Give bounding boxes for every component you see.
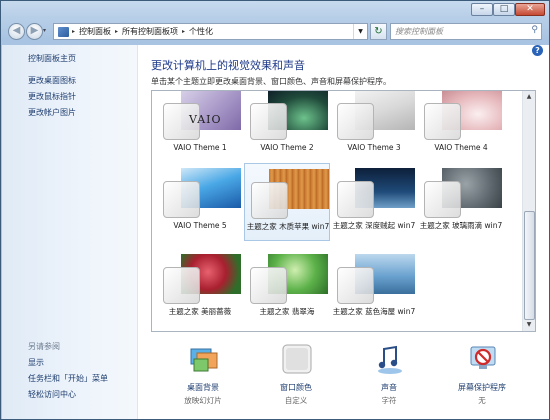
address-bar[interactable]: ▸ 控制面板 ▸ 所有控制面板项 ▸ 个性化 ▼ [53,23,368,40]
breadcrumb: ▸ 控制面板 ▸ 所有控制面板项 ▸ 个性化 [58,24,217,39]
theme-list: VAIO VAIO Theme 1 VAIO Theme 2 VAIO Them… [151,90,536,332]
main-panel: ? 更改计算机上的视觉效果和声音 单击某个主题立即更改桌面背景、窗口颜色、声音和… [138,45,549,419]
page-title: 更改计算机上的视觉效果和声音 [151,59,305,72]
maximize-button[interactable]: □ [493,3,515,16]
theme-color-swatch [337,267,374,304]
refresh-icon: ↻ [374,26,383,37]
sounds-value: 字符 [381,396,397,405]
back-button[interactable]: ◀ [8,23,25,40]
theme-name: VAIO Theme 2 [260,143,314,152]
theme-color-swatch [337,103,374,140]
scroll-up-button[interactable]: ▲ [523,91,535,103]
sidebar-link-change-desktop-icons[interactable]: 更改桌面图标 [28,75,76,86]
search-box[interactable]: 搜索控制面板 ⚲ [390,23,542,40]
theme-name: 主题之家 蓝色海屋 win7 [332,307,416,316]
theme-color-swatch [251,182,288,219]
page-subtitle: 单击某个主题立即更改桌面背景、窗口颜色、声音和屏幕保护程序。 [151,77,391,86]
see-also-heading: 另请参阅 [28,342,60,351]
theme-name: 主题之家 美丽蔷薇 [168,307,232,316]
theme-name: 主题之家 深度贼起 win7 [332,221,416,230]
theme-color-swatch [250,267,287,304]
breadcrumb-all-items[interactable]: 所有控制面板项 [122,26,178,37]
sidebar-link-display[interactable]: 显示 [28,357,44,368]
sidebar: 控制面板主页 更改桌面图标 更改鼠标指针 更改帐户图片 另请参阅 显示 任务栏和… [2,45,138,419]
theme-color-swatch [424,103,461,140]
theme-item[interactable]: 主题之家 美丽蔷薇 [157,249,243,327]
help-icon[interactable]: ? [532,45,543,56]
search-icon[interactable]: ⚲ [531,25,538,35]
minimize-button[interactable]: – [471,3,493,16]
theme-item[interactable]: VAIO VAIO Theme 1 [157,91,243,163]
personalization-window: – □ ✕ ◀ ▶ ▾ ▸ 控制面板 ▸ 所有控制面板项 ▸ 个性化 ▼ ↻ 搜… [0,0,550,420]
control-panel-icon [58,26,69,37]
theme-color-swatch [163,267,200,304]
sounds-label[interactable]: 声音 [344,382,434,393]
screensaver-button[interactable]: 屏幕保护程序 无 [437,337,527,417]
vaio-logo: VAIO [189,113,222,126]
window-color-label[interactable]: 窗口颜色 [251,382,341,393]
theme-item[interactable]: 主题之家 玻璃雨滴 win7 [418,163,504,241]
sidebar-link-change-mouse-pointers[interactable]: 更改鼠标指针 [28,91,76,102]
theme-name: VAIO Theme 4 [434,143,488,152]
theme-item[interactable]: VAIO Theme 5 [157,163,243,241]
theme-name: 主题之家 木质苹果 win7 [246,222,330,231]
sounds-button[interactable]: 声音 字符 [344,337,434,417]
screensaver-value: 无 [478,396,486,405]
search-input[interactable]: 搜索控制面板 [395,24,443,39]
screensaver-label[interactable]: 屏幕保护程序 [437,382,527,393]
theme-item[interactable]: 主题之家 深度贼起 win7 [331,163,417,241]
address-dropdown-button[interactable]: ▼ [353,24,367,39]
theme-name: VAIO Theme 3 [347,143,401,152]
scroll-down-button[interactable]: ▼ [523,319,535,331]
forward-button[interactable]: ▶ [26,23,43,40]
forward-arrow-icon: ▶ [30,25,39,36]
scrollbar-thumb[interactable] [524,211,535,320]
window-color-button[interactable]: 窗口颜色 自定义 [251,337,341,417]
breadcrumb-separator[interactable]: ▸ [115,28,118,35]
window-color-value: 自定义 [284,396,308,405]
desktop-background-value: 放映幻灯片 [184,396,222,405]
window-color-icon [281,343,313,375]
theme-item-selected[interactable]: 主题之家 木质苹果 win7 [244,163,330,241]
breadcrumb-separator[interactable]: ▸ [182,28,185,35]
personalization-settings-strip: 桌面背景 放映幻灯片 窗口颜色 自定义 声音 字符 屏幕保护程序 无 [138,337,549,419]
theme-list-scrollbar[interactable]: ▲ ▼ [522,91,535,331]
theme-item[interactable]: VAIO Theme 4 [418,91,504,163]
desktop-background-label[interactable]: 桌面背景 [158,382,248,393]
desktop-background-icon [188,343,220,375]
desktop-background-button[interactable]: 桌面背景 放映幻灯片 [158,337,248,417]
theme-item[interactable]: VAIO Theme 2 [244,91,330,163]
sidebar-link-change-account-picture[interactable]: 更改帐户图片 [28,107,76,118]
theme-name: 主题之家 玻璃雨滴 win7 [419,221,503,230]
theme-name: VAIO Theme 1 [173,143,227,152]
theme-name: VAIO Theme 5 [173,221,227,230]
breadcrumb-separator[interactable]: ▸ [72,28,75,35]
theme-item[interactable]: VAIO Theme 3 [331,91,417,163]
breadcrumb-personalization[interactable]: 个性化 [189,26,213,37]
close-button[interactable]: ✕ [515,3,545,16]
theme-item[interactable]: 主题之家 翡翠海 [244,249,330,327]
sidebar-link-ease-of-access[interactable]: 轻松访问中心 [28,389,76,400]
sidebar-link-taskbar-start-menu[interactable]: 任务栏和「开始」菜单 [28,373,108,384]
theme-item[interactable]: 主题之家 蓝色海屋 win7 [331,249,417,327]
refresh-button[interactable]: ↻ [370,23,387,40]
theme-color-swatch [250,103,287,140]
sidebar-link-control-panel-home[interactable]: 控制面板主页 [28,53,76,64]
theme-color-swatch [337,181,374,218]
theme-name: 主题之家 翡翠海 [259,307,315,316]
theme-color-swatch [424,181,461,218]
breadcrumb-control-panel[interactable]: 控制面板 [79,26,111,37]
screensaver-icon [467,343,499,375]
theme-color-swatch [163,181,200,218]
back-arrow-icon: ◀ [12,25,21,36]
recent-pages-dropdown[interactable]: ▾ [43,27,46,34]
sound-icon [374,343,406,375]
